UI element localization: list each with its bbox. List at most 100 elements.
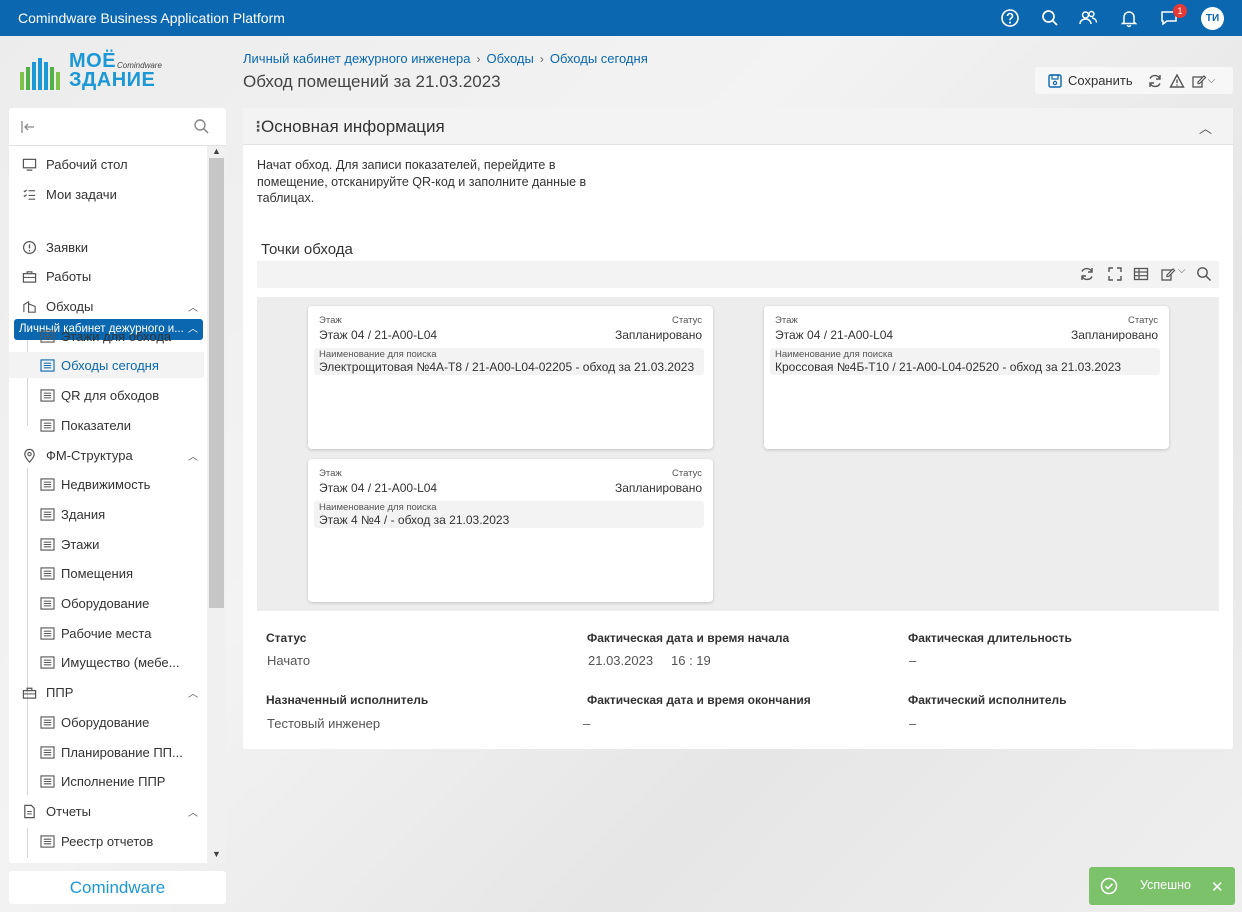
start-date-value: 21.03.2023 — [588, 653, 654, 668]
search-icon[interactable] — [193, 118, 210, 135]
bell-icon[interactable] — [1119, 8, 1139, 28]
card-status-label: Статус — [1127, 315, 1158, 326]
sidebar-item-label: Работы — [46, 268, 92, 284]
footer-brand-text: Comindware — [69, 878, 166, 897]
sidebar-item-7[interactable]: Обходы сегодня — [9, 352, 204, 378]
scrollbar-thumb[interactable] — [209, 158, 224, 608]
help-icon[interactable] — [1000, 8, 1020, 28]
close-icon[interactable]: ✕ — [1211, 878, 1224, 896]
card-point-3[interactable]: Этаж Статус Этаж 04 / 21-A00-L04 Заплани… — [308, 459, 713, 602]
sidebar-item-label: Помещения — [61, 565, 134, 581]
list-icon — [39, 357, 55, 373]
sidebar-item-13[interactable]: Этажи — [9, 531, 204, 557]
chevron-up-icon[interactable]: ︿ — [188, 448, 198, 463]
collapse-panel-icon[interactable]: ︿ — [1199, 118, 1212, 137]
list-icon — [39, 328, 55, 344]
breadcrumb-link-rounds-today[interactable]: Обходы сегодня — [550, 51, 648, 66]
breadcrumb: Личный кабинет дежурного инженера › Обхо… — [243, 51, 648, 66]
sidebar-item-18[interactable]: ППР ︿ — [9, 679, 204, 705]
list-icon — [39, 536, 55, 552]
save-button-label: Сохранить — [1068, 73, 1133, 88]
table-view-icon[interactable] — [1133, 266, 1149, 285]
refresh-icon[interactable] — [1079, 266, 1095, 285]
sidebar-item-15[interactable]: Оборудование — [9, 590, 204, 616]
sidebar-item-12[interactable]: Здания — [9, 501, 204, 527]
sidebar-item-21[interactable]: Исполнение ППР — [9, 768, 204, 794]
sidebar: Рабочий стол Мои задачи Личный кабинет деж… — [9, 108, 226, 863]
fullscreen-icon[interactable] — [1107, 266, 1123, 285]
sidebar-scrollbar[interactable]: ▲ ▼ — [207, 146, 226, 863]
scroll-up-icon[interactable]: ▲ — [212, 146, 221, 156]
success-toast: Успешно ✕ — [1089, 867, 1235, 905]
scroll-down-icon[interactable]: ▼ — [212, 849, 221, 859]
search-icon[interactable] — [1040, 8, 1060, 28]
refresh-icon[interactable] — [1147, 73, 1163, 89]
sidebar-item-label: Этажи для обхода — [61, 328, 172, 344]
intro-text: Начат обход. Для записи показателей, пер… — [257, 158, 587, 205]
edit-menu-icon[interactable] — [1191, 73, 1207, 89]
briefcase-icon — [21, 268, 37, 284]
card-point-1[interactable]: Этаж Статус Этаж 04 / 21-A00-L04 Заплани… — [308, 306, 713, 449]
list-icon — [39, 565, 55, 581]
save-button[interactable]: Сохранить — [1047, 73, 1141, 89]
chevron-up-icon[interactable]: ︿ — [188, 685, 198, 700]
sidebar-item-20[interactable]: Планирование ПП... — [9, 739, 204, 765]
sidebar-item-5[interactable]: Обходы ︿ — [9, 293, 204, 319]
breadcrumb-link-rounds[interactable]: Обходы — [486, 51, 533, 66]
save-icon — [1048, 73, 1062, 88]
check-circle-icon — [1100, 877, 1118, 895]
sidebar-item-label: Имущество (мебе... — [61, 654, 180, 670]
sidebar-item-label: Рабочий стол — [46, 156, 128, 172]
sidebar-search-bar — [9, 108, 226, 146]
list-icon — [39, 417, 55, 433]
sidebar-item-4[interactable]: Работы — [9, 263, 204, 289]
breadcrumb-link-cabinet[interactable]: Личный кабинет дежурного инженера — [243, 51, 470, 66]
logo: МОЁ Comindware ЗДАНИЕ — [16, 50, 216, 94]
list-icon — [39, 387, 55, 403]
sidebar-item-9[interactable]: Показатели — [9, 412, 204, 438]
sidebar-item-label: Реестр отчетов — [61, 833, 154, 849]
card-floor-label: Этаж — [775, 315, 798, 326]
app-title: Comindware Business Application Platform — [18, 10, 285, 26]
sidebar-item-6[interactable]: Этажи для обхода — [9, 323, 204, 349]
avatar[interactable]: ТИ — [1201, 7, 1224, 30]
panel-header[interactable]: ⋮ Основная информация ︿ — [243, 108, 1233, 145]
list-icon — [39, 833, 55, 849]
users-icon[interactable] — [1078, 8, 1098, 28]
sidebar-item-0[interactable]: Рабочий стол — [9, 151, 204, 177]
sidebar-item-10[interactable]: ФМ-Структура ︿ — [9, 442, 204, 468]
sidebar-item-1[interactable]: Мои задачи — [9, 181, 204, 207]
edit-menu-icon[interactable] — [1160, 266, 1176, 285]
sidebar-item-23[interactable]: Реестр отчетов — [9, 828, 204, 854]
sidebar-item-22[interactable]: Отчеты ︿ — [9, 798, 204, 824]
sidebar-item-19[interactable]: Оборудование — [9, 709, 204, 735]
toolbox-icon — [21, 684, 37, 700]
sidebar-item-17[interactable]: Имущество (мебе... — [9, 649, 204, 675]
chevron-right-icon: › — [539, 51, 544, 66]
card-point-2[interactable]: Этаж Статус Этаж 04 / 21-A00-L04 Заплани… — [764, 306, 1169, 449]
sidebar-item-11[interactable]: Недвижимость — [9, 471, 204, 497]
sidebar-item-label: Оборудование — [61, 714, 150, 730]
warning-icon[interactable] — [1168, 73, 1185, 89]
sidebar-item-8[interactable]: QR для обходов — [9, 382, 204, 408]
card-floor: Этаж 04 / 21-A00-L04 — [319, 328, 438, 342]
chevron-down-icon[interactable]: ⌵ — [1208, 75, 1216, 86]
chevron-up-icon[interactable]: ︿ — [188, 804, 198, 819]
collapse-sidebar-icon[interactable] — [20, 119, 36, 135]
list-icon — [39, 625, 55, 641]
sidebar-item-label: Заявки — [46, 239, 88, 255]
chevron-down-icon[interactable]: ⌵ — [1178, 265, 1186, 276]
panel-title: Основная информация — [261, 117, 445, 136]
toast-text: Успешно — [1140, 878, 1191, 892]
end-field-value: – — [583, 716, 591, 731]
sidebar-item-3[interactable]: Заявки — [9, 234, 204, 260]
page-title: Обход помещений за 21.03.2023 — [243, 72, 501, 91]
sidebar-item-label: Оборудование — [61, 595, 150, 611]
chevron-up-icon[interactable]: ︿ — [188, 299, 198, 314]
card-floor-label: Этаж — [319, 468, 342, 479]
sidebar-item-label: Этажи — [61, 536, 100, 552]
sidebar-item-14[interactable]: Помещения — [9, 560, 204, 586]
card-floor-label: Этаж — [319, 315, 342, 326]
sidebar-item-16[interactable]: Рабочие места — [9, 620, 204, 646]
search-icon[interactable] — [1196, 266, 1212, 285]
